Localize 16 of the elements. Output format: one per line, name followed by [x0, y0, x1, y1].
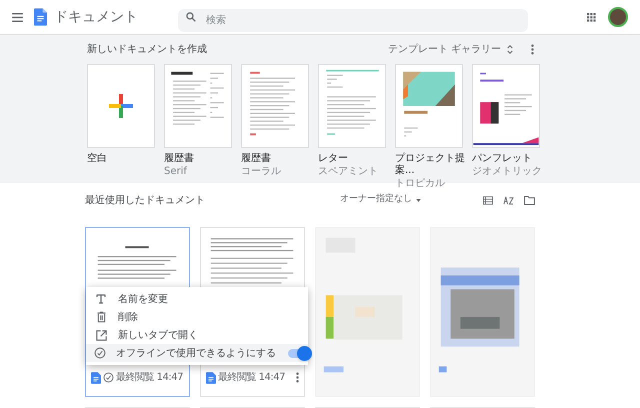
- template-name: パンフレット: [472, 153, 533, 165]
- app-title: ドキュメント: [54, 8, 138, 26]
- template-style: Serif: [164, 165, 188, 178]
- section-heading: 新しいドキュメントを作成: [87, 42, 207, 56]
- section-heading: 最近使用したドキュメント: [85, 194, 205, 208]
- template-style: スペアミント: [318, 165, 379, 178]
- template-name: レター: [318, 153, 349, 165]
- template-name: 履歴書: [241, 153, 272, 165]
- last-viewed-time: 最終閲覧 14:47: [116, 371, 183, 386]
- template-style: コーラル: [241, 165, 282, 178]
- template-style: トロピカル: [395, 177, 446, 190]
- template-name: 履歴書: [164, 153, 195, 165]
- template-style: ジオメトリック: [472, 165, 540, 178]
- last-viewed-time: 最終閲覧 14:47: [218, 371, 285, 386]
- template-name: プロジェクト提案...: [395, 153, 466, 177]
- template-name: 空白: [87, 153, 108, 165]
